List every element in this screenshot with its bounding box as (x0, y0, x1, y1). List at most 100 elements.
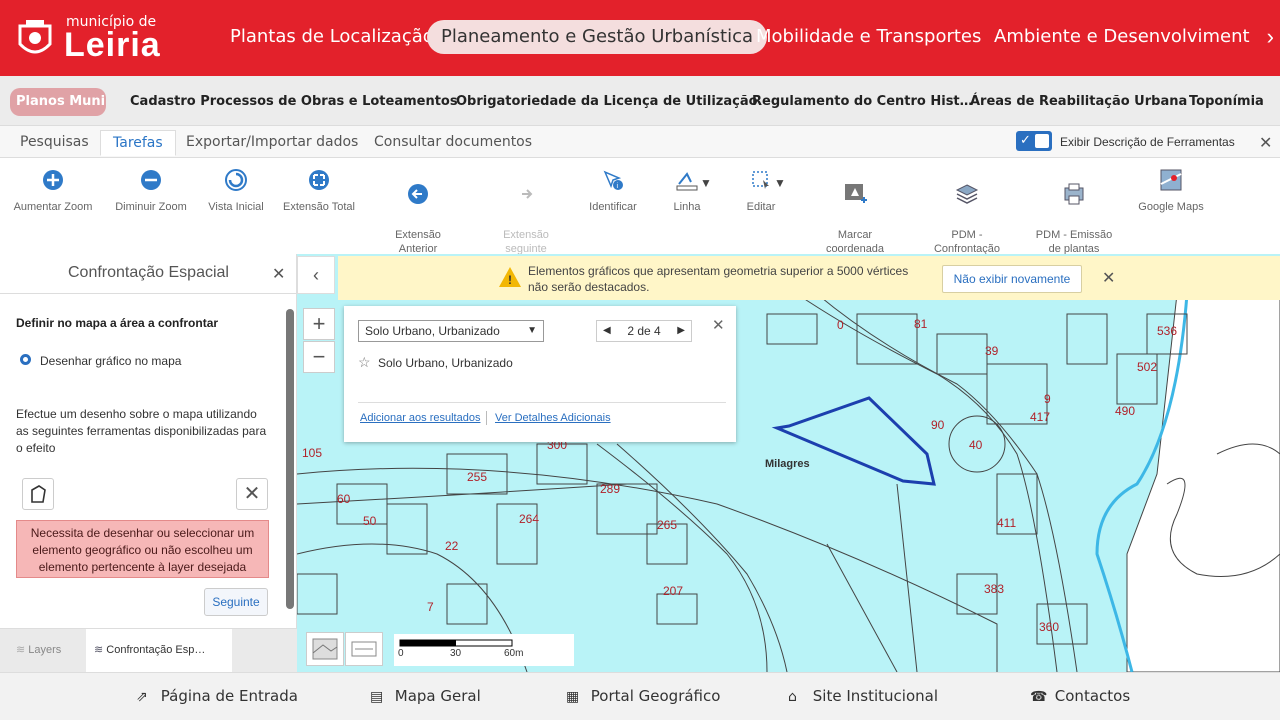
pdm-confrontacao-button[interactable]: PDM - Confrontação (922, 168, 1012, 256)
scale-icon (351, 641, 377, 657)
footer-map-link[interactable]: ▤ Mapa Geral (370, 687, 481, 705)
subnav-toponimia[interactable]: Toponímia (1189, 88, 1264, 116)
layers-tab-icon: ≋ (16, 644, 26, 656)
favorite-star-icon[interactable]: ☆ (358, 354, 371, 371)
popup-feature-title: Solo Urbano, Urbanizado (378, 356, 513, 370)
logo-name: Leiria (64, 26, 161, 64)
parcel-number-label: 490 (1115, 404, 1136, 418)
close-toolbar-icon[interactable]: ✕ (1259, 133, 1272, 153)
zoom-out-button[interactable]: Diminuir Zoom (108, 168, 194, 214)
toolbar: Aumentar Zoom Diminuir Zoom Vista Inicia… (0, 158, 1280, 256)
nav-next-arrow-icon[interactable]: › (1267, 24, 1274, 50)
tool-description-label: Exibir Descrição de Ferramentas (1060, 135, 1235, 149)
footer-contacts-link[interactable]: ☎ Contactos (1030, 687, 1130, 705)
tab-tarefas[interactable]: Tarefas (100, 130, 176, 156)
layers-icon (955, 182, 979, 206)
tab-pesquisas[interactable]: Pesquisas (20, 134, 89, 150)
municipality-crest-icon (18, 20, 52, 54)
next-extent-button[interactable]: Extensão seguinte (488, 168, 564, 256)
edit-dropdown-chevron-icon[interactable]: ▼ (774, 176, 786, 190)
subnav-licenca[interactable]: Obrigatoriedade da Licença de Utilização (456, 88, 758, 116)
parcel-number-label: 60 (337, 492, 351, 506)
footer-portal-link[interactable]: ▦ Portal Geográfico (566, 687, 720, 705)
nav-mobilidade[interactable]: Mobilidade e Transportes (742, 20, 995, 54)
map-zoom-in-button[interactable]: + (303, 308, 335, 340)
full-extent-label: Extensão Total (283, 201, 355, 213)
tab-consultar[interactable]: Consultar documentos (374, 134, 532, 150)
next-button[interactable]: Seguinte (204, 588, 268, 616)
parcel-number-label: 411 (997, 516, 1017, 530)
mark-coordinate-label: Marcar coordenada (825, 229, 885, 255)
mark-coordinate-icon (843, 182, 867, 206)
home-view-button[interactable]: Vista Inicial (202, 168, 270, 214)
subnav-regulamento[interactable]: Regulamento do Centro Hist… (752, 88, 973, 116)
nav-plantas-localizacao[interactable]: Plantas de Localização (216, 20, 448, 54)
tab-exportar[interactable]: Exportar/Importar dados (186, 134, 358, 150)
scale-toggle-button[interactable] (345, 632, 383, 666)
panel-scrollbar[interactable] (286, 309, 294, 609)
basemap-toggle-button[interactable] (306, 632, 344, 666)
footer-site-link[interactable]: ⌂ Site Institucional (788, 687, 938, 705)
tool-description-toggle[interactable]: ✓ (1016, 131, 1052, 151)
tab-layers[interactable]: ≋ Layers (16, 643, 61, 656)
subnav-reabilitacao[interactable]: Áreas de Reabilitação Urbana (970, 88, 1187, 116)
pdm-emissao-button[interactable]: PDM - Emissão de plantas (1030, 168, 1118, 256)
previous-extent-label: Extensão Anterior (395, 229, 441, 255)
footer-contacts-label: Contactos (1054, 687, 1131, 705)
google-maps-label: Google Maps (1138, 201, 1204, 213)
banner-close-icon[interactable]: ✕ (1102, 268, 1115, 288)
google-maps-button[interactable]: Google Maps (1134, 168, 1208, 214)
pager-text: 2 de 4 (627, 324, 661, 338)
mark-coordinate-button[interactable]: Marcar coordenada (818, 168, 892, 256)
previous-extent-button[interactable]: Extensão Anterior (380, 168, 456, 256)
parcel-number-label: 9 (1044, 392, 1051, 406)
print-plans-icon (1062, 182, 1086, 206)
line-button[interactable]: Linha (656, 168, 718, 214)
parcel-number-label: 39 (985, 344, 999, 358)
pager-prev-icon[interactable]: ◀ (603, 321, 611, 341)
edit-button[interactable]: Editar (730, 168, 792, 214)
identify-label: Identificar (589, 201, 637, 213)
polygon-icon (31, 485, 46, 503)
home-icon: ⌂ (788, 689, 797, 705)
view-details-link[interactable]: Ver Detalhes Adicionais (495, 412, 611, 424)
dont-show-again-button[interactable]: Não exibir novamente (942, 265, 1082, 293)
subnav-cadastro[interactable]: Cadastro Processos de Obras e Loteamento… (130, 88, 458, 116)
nav-ambiente[interactable]: Ambiente e Desenvolvimento Su (980, 20, 1250, 54)
popup-select-value: Solo Urbano, Urbanizado (365, 324, 500, 338)
tab-confrontacao[interactable]: ≋ Confrontação Esp… (86, 629, 232, 673)
parcel-number-label: 50 (363, 514, 377, 528)
zoom-in-button[interactable]: Aumentar Zoom (10, 168, 96, 214)
basemap-icon (312, 638, 338, 660)
map-zoom-out-button[interactable]: − (303, 341, 335, 373)
popup-layer-select[interactable]: Solo Urbano, Urbanizado ▼ (358, 320, 544, 342)
next-extent-label: Extensão seguinte (503, 229, 549, 255)
identify-popup: Solo Urbano, Urbanizado ▼ ◀ 2 de 4 ▶ ✕ ☆… (344, 306, 736, 442)
draw-polygon-button[interactable] (22, 478, 54, 510)
pager-next-icon[interactable]: ▶ (677, 321, 685, 341)
home-view-label: Vista Inicial (208, 201, 264, 213)
clear-drawing-button[interactable]: ✕ (236, 478, 268, 510)
panel-heading: Definir no mapa a área a confrontar (16, 316, 219, 330)
parcel-number-label: 90 (931, 418, 945, 432)
place-label-milagres: Milagres (765, 458, 810, 470)
panel-bottom-tabs: ≋ Layers ≋ Confrontação Esp… (0, 628, 297, 673)
footer-home-link[interactable]: ⇗ Página de Entrada (136, 687, 298, 705)
add-to-results-link[interactable]: Adicionar aos resultados (360, 412, 480, 424)
draw-graphic-radio[interactable] (20, 354, 31, 365)
popup-pager: ◀ 2 de 4 ▶ (596, 320, 692, 342)
popup-link-separator (486, 411, 487, 425)
line-dropdown-chevron-icon[interactable]: ▼ (700, 176, 712, 190)
subnav-planos[interactable]: Planos Muni… (10, 88, 106, 116)
scale-bar: 0 30 60m (394, 634, 574, 666)
parcel-number-label: 81 (914, 317, 928, 331)
leiria-logo[interactable]: município de Leiria (12, 12, 172, 64)
full-extent-button[interactable]: Extensão Total (280, 168, 358, 214)
collapse-panel-chevron-icon[interactable]: ‹ (297, 256, 335, 294)
parcel-number-label: 383 (984, 582, 1005, 596)
external-link-icon: ⇗ (136, 689, 148, 705)
identify-button[interactable]: i Identificar (580, 168, 646, 214)
nav-planeamento[interactable]: Planeamento e Gestão Urbanística (427, 20, 768, 54)
popup-close-icon[interactable]: ✕ (712, 316, 725, 334)
panel-close-icon[interactable]: ✕ (272, 264, 285, 284)
